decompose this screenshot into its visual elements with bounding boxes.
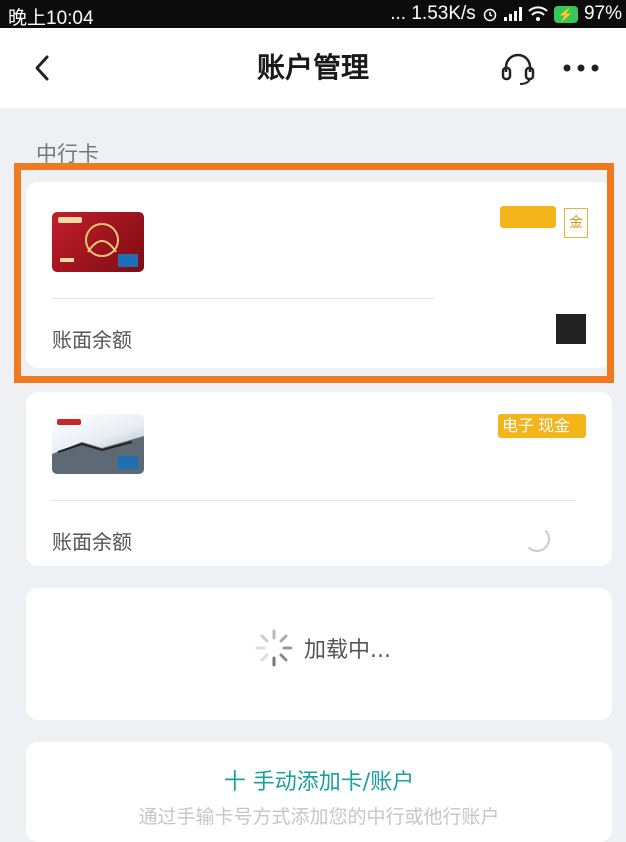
status-right: ... 1.53K/s ⚡ 97% (390, 3, 622, 25)
loading-text: 加载中... (304, 638, 391, 663)
masked-card-number (164, 204, 464, 274)
add-account-subtitle: 通过手输卡号方式添加您的中行或他行账户 (138, 806, 500, 828)
battery-icon: ⚡ (553, 5, 578, 23)
section-label: 中行卡 (36, 142, 99, 166)
card-art-icon (58, 217, 138, 267)
card-image (52, 212, 144, 272)
card-tag-partial: 现金 (538, 416, 571, 435)
customer-service-button[interactable] (498, 50, 538, 86)
loading-spinner-icon (524, 526, 550, 552)
loading-card: 加载中... (26, 588, 612, 720)
balance-redacted (556, 314, 586, 344)
add-account-card[interactable]: 十 手动添加卡/账户 通过手输卡号方式添加您的中行或他行账户 (26, 742, 612, 842)
wifi-icon (528, 6, 548, 21)
nav-header: 账户管理 (0, 28, 626, 108)
balance-label: 账面余额 (52, 328, 132, 352)
balance-label: 账面余额 (52, 530, 132, 554)
battery-level: 97% (583, 3, 622, 24)
add-account-title[interactable]: 十 手动添加卡/账户 (26, 764, 612, 796)
loading-indicator: 加载中... (254, 628, 391, 668)
card-tag-text: 电子 (502, 416, 535, 435)
card-image (52, 414, 144, 474)
more-button[interactable] (558, 50, 604, 86)
card-tag-partial: 金 (564, 208, 588, 238)
masked-card-number (164, 410, 464, 480)
bank-card-item[interactable]: 电子 现金 账面余额 (26, 392, 612, 566)
alarm-icon (483, 8, 497, 22)
network-speed: ... 1.53K/s (390, 3, 476, 24)
more-horizontal-icon (563, 64, 599, 72)
status-bar: 晚上10:04 ... 1.53K/s ⚡ 97% (0, 0, 626, 29)
card-tag-bar (500, 206, 556, 228)
headset-icon (501, 53, 535, 85)
bank-card-item[interactable]: 金 账面余额 (26, 182, 612, 368)
card-art-icon (52, 419, 144, 474)
status-time: 晚上10:04 (8, 8, 94, 29)
loading-spinner-icon (255, 629, 293, 667)
card-type-tag: 电子 现金 (498, 414, 586, 438)
signal-icon (503, 7, 522, 21)
card-divider (52, 298, 434, 299)
card-divider (52, 500, 576, 501)
